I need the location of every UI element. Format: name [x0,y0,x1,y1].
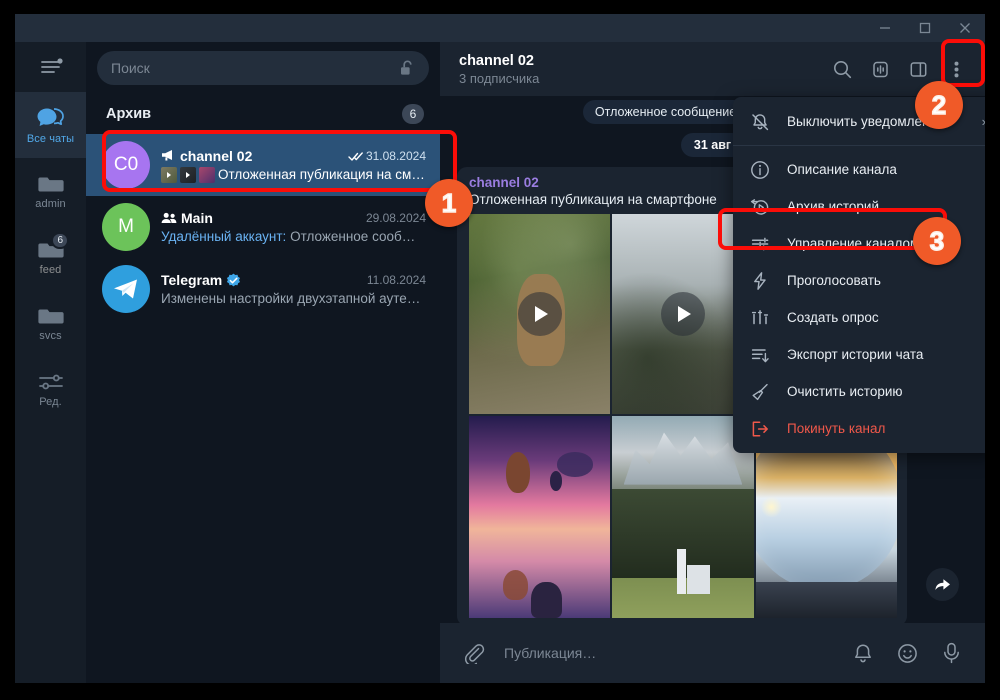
poll-icon [749,308,771,328]
play-icon [517,292,562,336]
avatar: M [102,203,150,251]
paperclip-icon [464,643,484,664]
menu-item-label: Создать опрос [787,310,879,325]
forward-message-button[interactable] [926,568,959,601]
sidebar-item-edit-folders[interactable]: Ред. [15,356,86,422]
sidebar-item-label: Ред. [39,395,62,408]
sidebar-item-label: Все чаты [26,132,75,145]
search-icon [833,60,851,78]
chat-name: Main [181,210,213,226]
stories-archive-button[interactable] [863,52,897,86]
split-view-icon [910,61,926,77]
broom-icon [749,382,771,402]
window-maximize-button[interactable] [905,14,945,42]
sidebar-item-label: feed [39,263,62,276]
leave-icon [749,419,771,439]
notifications-button[interactable] [849,639,877,667]
mute-bell-icon [749,112,771,132]
media-item-deer[interactable] [469,214,611,414]
chat-date: 11.08.2024 [366,273,426,287]
sidebar-item-label: svcs [39,329,62,342]
search-placeholder: Поиск [111,60,150,76]
forward-arrow-icon [935,579,950,590]
menu-item-label: Очистить историю [787,384,903,399]
callout-badge-1: 1 [425,179,473,227]
sliders-icon [38,374,63,389]
menu-item-label: Экспорт истории чата [787,347,924,362]
menu-item-leave-channel[interactable]: Покинуть канал [733,410,985,447]
list-item[interactable]: Telegram 11.08.2024 Изменены настройки д… [86,258,440,320]
sidebar-item-label: admin [35,197,66,210]
avatar [102,265,150,313]
page-title: channel 02 [459,52,534,69]
telegram-logo-icon [114,279,137,299]
sidebar-item-feed[interactable]: 6 feed [15,224,86,290]
menu-item-label: Описание канала [787,162,897,177]
boost-icon [749,271,771,291]
folder-icon [37,309,64,323]
bell-icon [855,643,871,662]
hamburger-menu-button[interactable] [15,42,86,92]
folder-icon [37,177,64,191]
sidebar-item-badge: 6 [51,232,69,249]
archive-row[interactable]: Архив 6 [86,94,440,134]
menu-item-channel-description[interactable]: Описание канала [733,151,985,188]
menu-item-create-poll[interactable]: Создать опрос [733,299,985,336]
callout-badge-3: 3 [913,217,961,265]
hamburger-menu-icon [40,58,63,73]
chevron-right-icon: › [982,114,985,129]
archive-title: Архив [106,106,152,122]
chat-date: 29.08.2024 [365,211,426,225]
channel-context-menu: Выключить уведомлен… › Описание канала [733,97,985,453]
search-input[interactable]: Поиск [97,51,429,85]
menu-item-label: Проголосовать [787,273,881,288]
menu-item-boost[interactable]: Проголосовать [733,262,985,299]
split-view-button[interactable] [901,52,935,86]
message-composer: Публикация… [440,623,985,683]
archive-count-badge: 6 [402,104,424,124]
chat-preview-sender: Удалённый аккаунт: [161,229,287,244]
microphone-icon [943,642,959,664]
stories-archive-icon [872,61,888,77]
folders-sidebar: Все чаты admin 6 feed svcs Ред. [15,42,86,683]
composer-input[interactable]: Публикация… [504,645,833,661]
sidebar-item-admin[interactable]: admin [15,158,86,224]
sidebar-item-all-chats[interactable]: Все чаты [15,92,86,158]
chat-header: channel 02 3 подписчика [440,42,985,96]
menu-item-export-chat-history[interactable]: Экспорт истории чата [733,336,985,373]
chat-preview: Удалённый аккаунт: Отложенное сообщен… [161,229,426,244]
info-circle-icon [749,160,771,180]
sidebar-item-svcs[interactable]: svcs [15,290,86,356]
play-icon [660,292,705,336]
unlock-icon[interactable] [400,60,415,77]
attach-button[interactable] [460,639,488,667]
callout-badge-2: 2 [915,81,963,129]
chats-icon [37,107,64,126]
emoji-button[interactable] [893,639,921,667]
chat-preview: Изменены настройки двухэтапной аутент… [161,291,426,306]
window-close-button[interactable] [945,14,985,42]
media-item-balloons[interactable] [469,416,611,618]
chat-subtitle: 3 подписчика [459,70,540,86]
window-minimize-button[interactable] [865,14,905,42]
chat-name: Telegram [161,272,223,288]
verified-icon [227,273,241,286]
voice-message-button[interactable] [937,639,965,667]
highlight-box-chat-item [102,130,457,192]
emoji-icon [897,643,917,663]
search-button[interactable] [825,52,859,86]
menu-item-label: Покинуть канал [787,421,886,436]
window-title-bar [15,14,985,42]
chat-preview-text: Отложенное сообщен… [290,229,426,244]
list-item[interactable]: M Main 29.08.2024 Удалённый аккаунт: Отл… [86,196,440,258]
search-row: Поиск [86,42,440,94]
telegram-window: Все чаты admin 6 feed svcs Ред. Поиск Ар… [15,14,985,683]
highlight-box-more-options [941,39,985,87]
export-icon [749,345,771,365]
menu-item-clear-history[interactable]: Очистить историю [733,373,985,410]
group-icon [161,212,177,223]
menu-separator [733,145,985,146]
